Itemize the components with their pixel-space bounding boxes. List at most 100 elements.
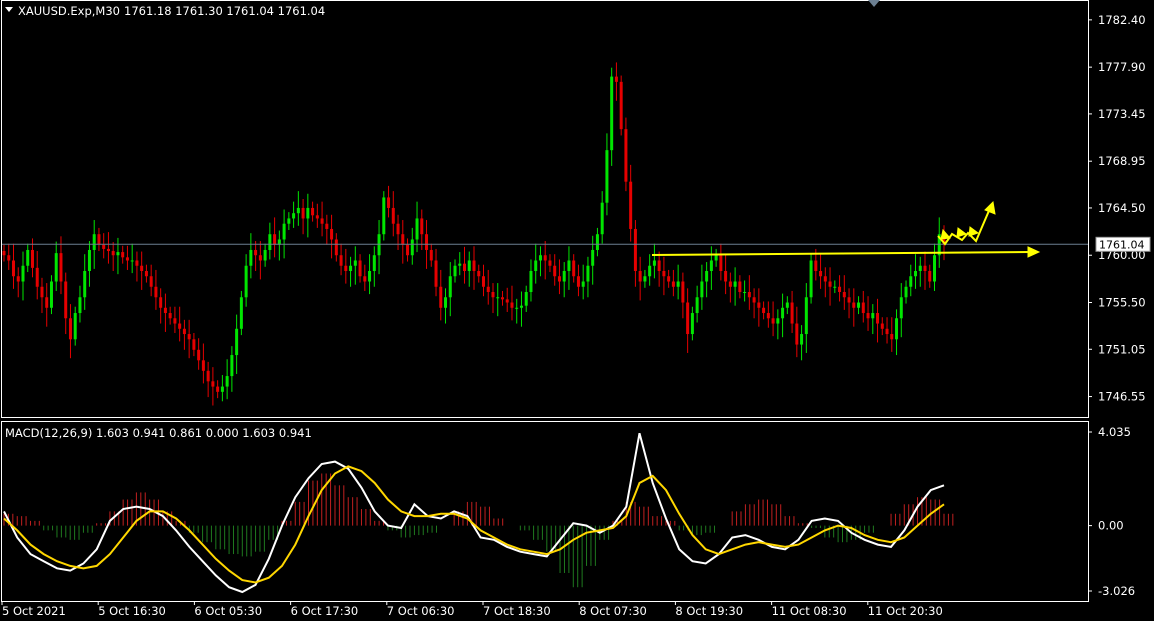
candle-body xyxy=(254,249,258,256)
candle-body xyxy=(325,223,329,229)
candle-body xyxy=(197,349,201,361)
scroll-marker-icon[interactable] xyxy=(868,0,880,7)
candle-body xyxy=(695,297,699,314)
candle-body xyxy=(847,297,851,303)
candle-body xyxy=(230,355,234,377)
candle-body xyxy=(800,334,804,345)
candle-body xyxy=(757,302,761,308)
candle-body xyxy=(40,286,44,298)
candle-body xyxy=(624,129,628,182)
candle-body xyxy=(686,302,690,335)
candle-body xyxy=(263,249,267,261)
candle-body xyxy=(311,207,315,216)
candle-body xyxy=(633,228,637,271)
candle-body xyxy=(344,265,348,271)
candle-body xyxy=(216,386,220,392)
candle-body xyxy=(244,265,248,298)
candle-body xyxy=(59,253,63,282)
candle-body xyxy=(671,281,675,287)
candle-body xyxy=(586,265,590,282)
candle-body xyxy=(657,260,661,271)
candle-body xyxy=(562,270,566,282)
candle-body xyxy=(581,281,585,287)
candle-body xyxy=(595,234,599,250)
candle-body xyxy=(16,276,20,282)
macd-tick-label: 0.00 xyxy=(1098,519,1124,533)
candle-body xyxy=(211,381,215,387)
candle-body xyxy=(652,260,656,266)
support-line[interactable] xyxy=(651,251,1031,256)
candle-body xyxy=(548,260,552,266)
price-tick-label: 1746.55 xyxy=(1098,390,1146,404)
candle-body xyxy=(35,267,39,287)
candle-body xyxy=(30,249,34,268)
candle-body xyxy=(182,328,186,335)
candle-body xyxy=(353,260,357,266)
candle-body xyxy=(833,286,837,288)
trend-annotation[interactable] xyxy=(651,200,1041,258)
time-tick-label: 6 Oct 05:30 xyxy=(194,604,262,618)
candle-body xyxy=(453,265,457,277)
candle-body xyxy=(719,255,723,271)
candle-body xyxy=(871,313,875,319)
candle-body xyxy=(747,292,751,298)
candle-body xyxy=(111,251,115,256)
candle-body xyxy=(505,299,509,303)
candle-body xyxy=(135,260,139,266)
candle-body xyxy=(73,313,77,340)
candle-body xyxy=(605,150,609,203)
candle-body xyxy=(201,360,205,371)
candle-body xyxy=(776,318,780,324)
candle-body xyxy=(64,281,68,319)
candle-body xyxy=(857,302,861,308)
candle-body xyxy=(762,307,766,314)
candle-body xyxy=(771,318,775,324)
candle-body xyxy=(368,270,372,282)
candle-body xyxy=(914,270,918,277)
candle-body xyxy=(68,318,72,340)
time-tick-label: 7 Oct 06:30 xyxy=(387,604,455,618)
candle-body xyxy=(339,255,343,266)
candle-body xyxy=(306,207,310,219)
candle-body xyxy=(401,234,405,245)
candle-body xyxy=(463,263,467,271)
candle-body xyxy=(7,255,11,261)
candle-body xyxy=(491,292,495,298)
candle-body xyxy=(600,202,604,235)
candle-body xyxy=(239,297,243,329)
candle-body xyxy=(448,276,452,298)
candle-body xyxy=(519,305,523,308)
candle-body xyxy=(567,260,571,271)
candle-body xyxy=(529,270,533,293)
candle-body xyxy=(116,252,120,256)
candle-body xyxy=(330,228,334,240)
candle-body xyxy=(102,244,106,249)
macd-axis: 4.035 0.00 -3.026 xyxy=(1088,425,1135,598)
candle-body xyxy=(444,297,448,308)
candle-body xyxy=(538,255,542,261)
macd-histogram xyxy=(3,473,954,588)
time-tick-label: 5 Oct 16:30 xyxy=(98,604,166,618)
candle-body xyxy=(54,253,58,282)
time-axis: 5 Oct 2021 5 Oct 16:30 6 Oct 05:30 6 Oct 17… xyxy=(1,601,943,618)
candle-body xyxy=(724,270,728,282)
candle-body xyxy=(572,260,576,277)
macd-tick-label: -3.026 xyxy=(1098,584,1135,598)
price-tick-label: 1777.90 xyxy=(1098,60,1146,74)
candle-body xyxy=(429,249,433,261)
candle-body xyxy=(472,260,476,271)
candle-body xyxy=(121,252,125,258)
candle-body xyxy=(168,313,172,319)
price-tick-label: 1751.05 xyxy=(1098,342,1146,356)
candle-body xyxy=(140,265,144,271)
candle-body xyxy=(610,76,614,151)
candle-body xyxy=(866,313,870,319)
candle-body xyxy=(486,286,490,293)
collapse-triangle-icon[interactable] xyxy=(5,7,13,12)
candle-body xyxy=(11,260,15,277)
trading-chart[interactable]: XAUUSD.Exp,M30 1761.18 1761.30 1761.04 1… xyxy=(0,0,1154,621)
candle-body xyxy=(591,249,595,266)
candle-body xyxy=(804,297,808,335)
candle-body xyxy=(500,297,504,300)
candle-body xyxy=(904,286,908,298)
